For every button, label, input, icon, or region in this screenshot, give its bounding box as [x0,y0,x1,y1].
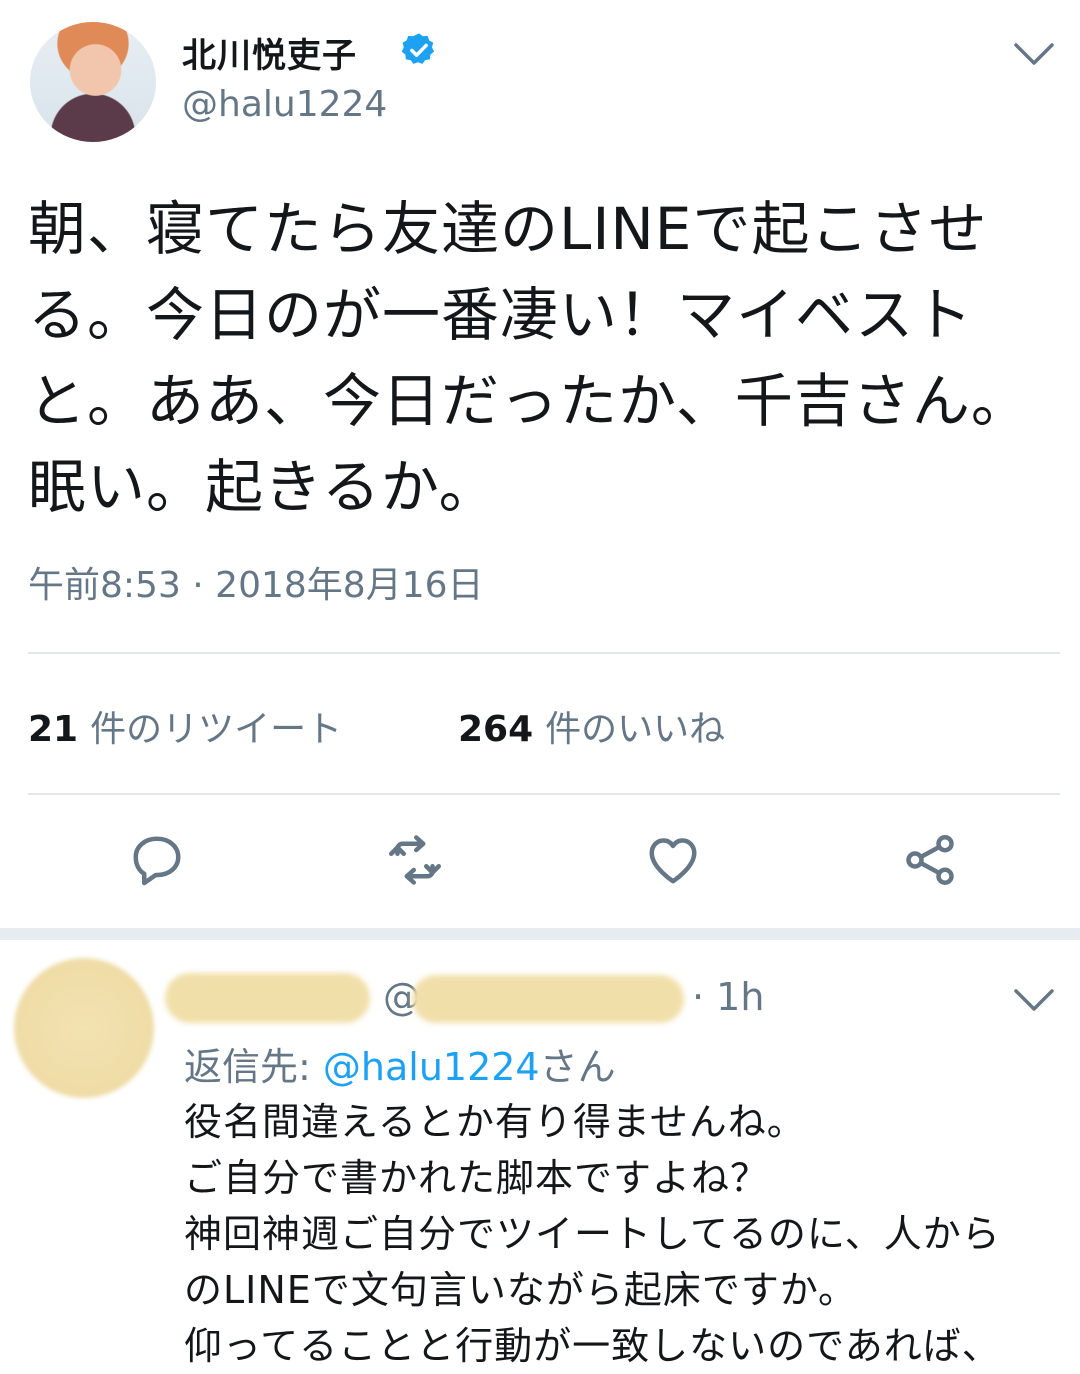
reply-name-redacted [165,973,370,1023]
author-avatar[interactable] [30,22,156,142]
reply-icon [133,836,181,886]
like-count: 264 [458,709,534,750]
chevron-down-icon[interactable] [1012,40,1056,68]
chevron-down-icon[interactable] [1012,986,1056,1014]
tweet-timestamp[interactable]: 午前8:53 · 2018年8月16日 [28,556,484,608]
like-stats[interactable]: 264 件のいいね [458,700,725,752]
reply-button[interactable] [125,828,189,892]
retweet-stats[interactable]: 21 件のリツイート [28,700,342,752]
heart-icon [649,838,697,884]
reply-to-prefix: 返信先: [184,1045,323,1089]
share-icon [906,835,954,885]
reply-avatar-redacted[interactable] [14,958,154,1098]
section-separator [0,928,1080,940]
divider [28,652,1060,654]
retweet-label: 件のリツイート [90,709,343,750]
reply-handle-redacted [412,975,684,1023]
retweet-icon [389,835,441,885]
verified-badge-icon [401,33,435,64]
retweet-count: 21 [28,709,79,750]
reply-to-line: 返信先: @halu1224さん [184,1036,616,1091]
reply-time: · 1h [692,975,765,1019]
tweet-text: 朝、寝てたら友達のLINEで起こさせる。今日のが一番凄い！マイベストと。ああ、今… [28,195,1030,521]
author-handle[interactable]: @halu1224 [182,84,387,125]
divider [28,793,1060,795]
reply-text: 役名間違えるとか有り得ませんね。 ご自分で書かれた脚本ですよね？ 神回神週ご自分… [184,1100,1001,1368]
reply-to-mention[interactable]: @halu1224 [323,1045,540,1089]
author-name[interactable]: 北川悦吏子 [182,28,357,77]
like-label: 件のいいね [545,709,726,750]
like-button[interactable] [641,828,705,892]
share-button[interactable] [898,828,962,892]
retweet-button[interactable] [383,828,447,892]
reply-to-suffix: さん [539,1045,616,1089]
